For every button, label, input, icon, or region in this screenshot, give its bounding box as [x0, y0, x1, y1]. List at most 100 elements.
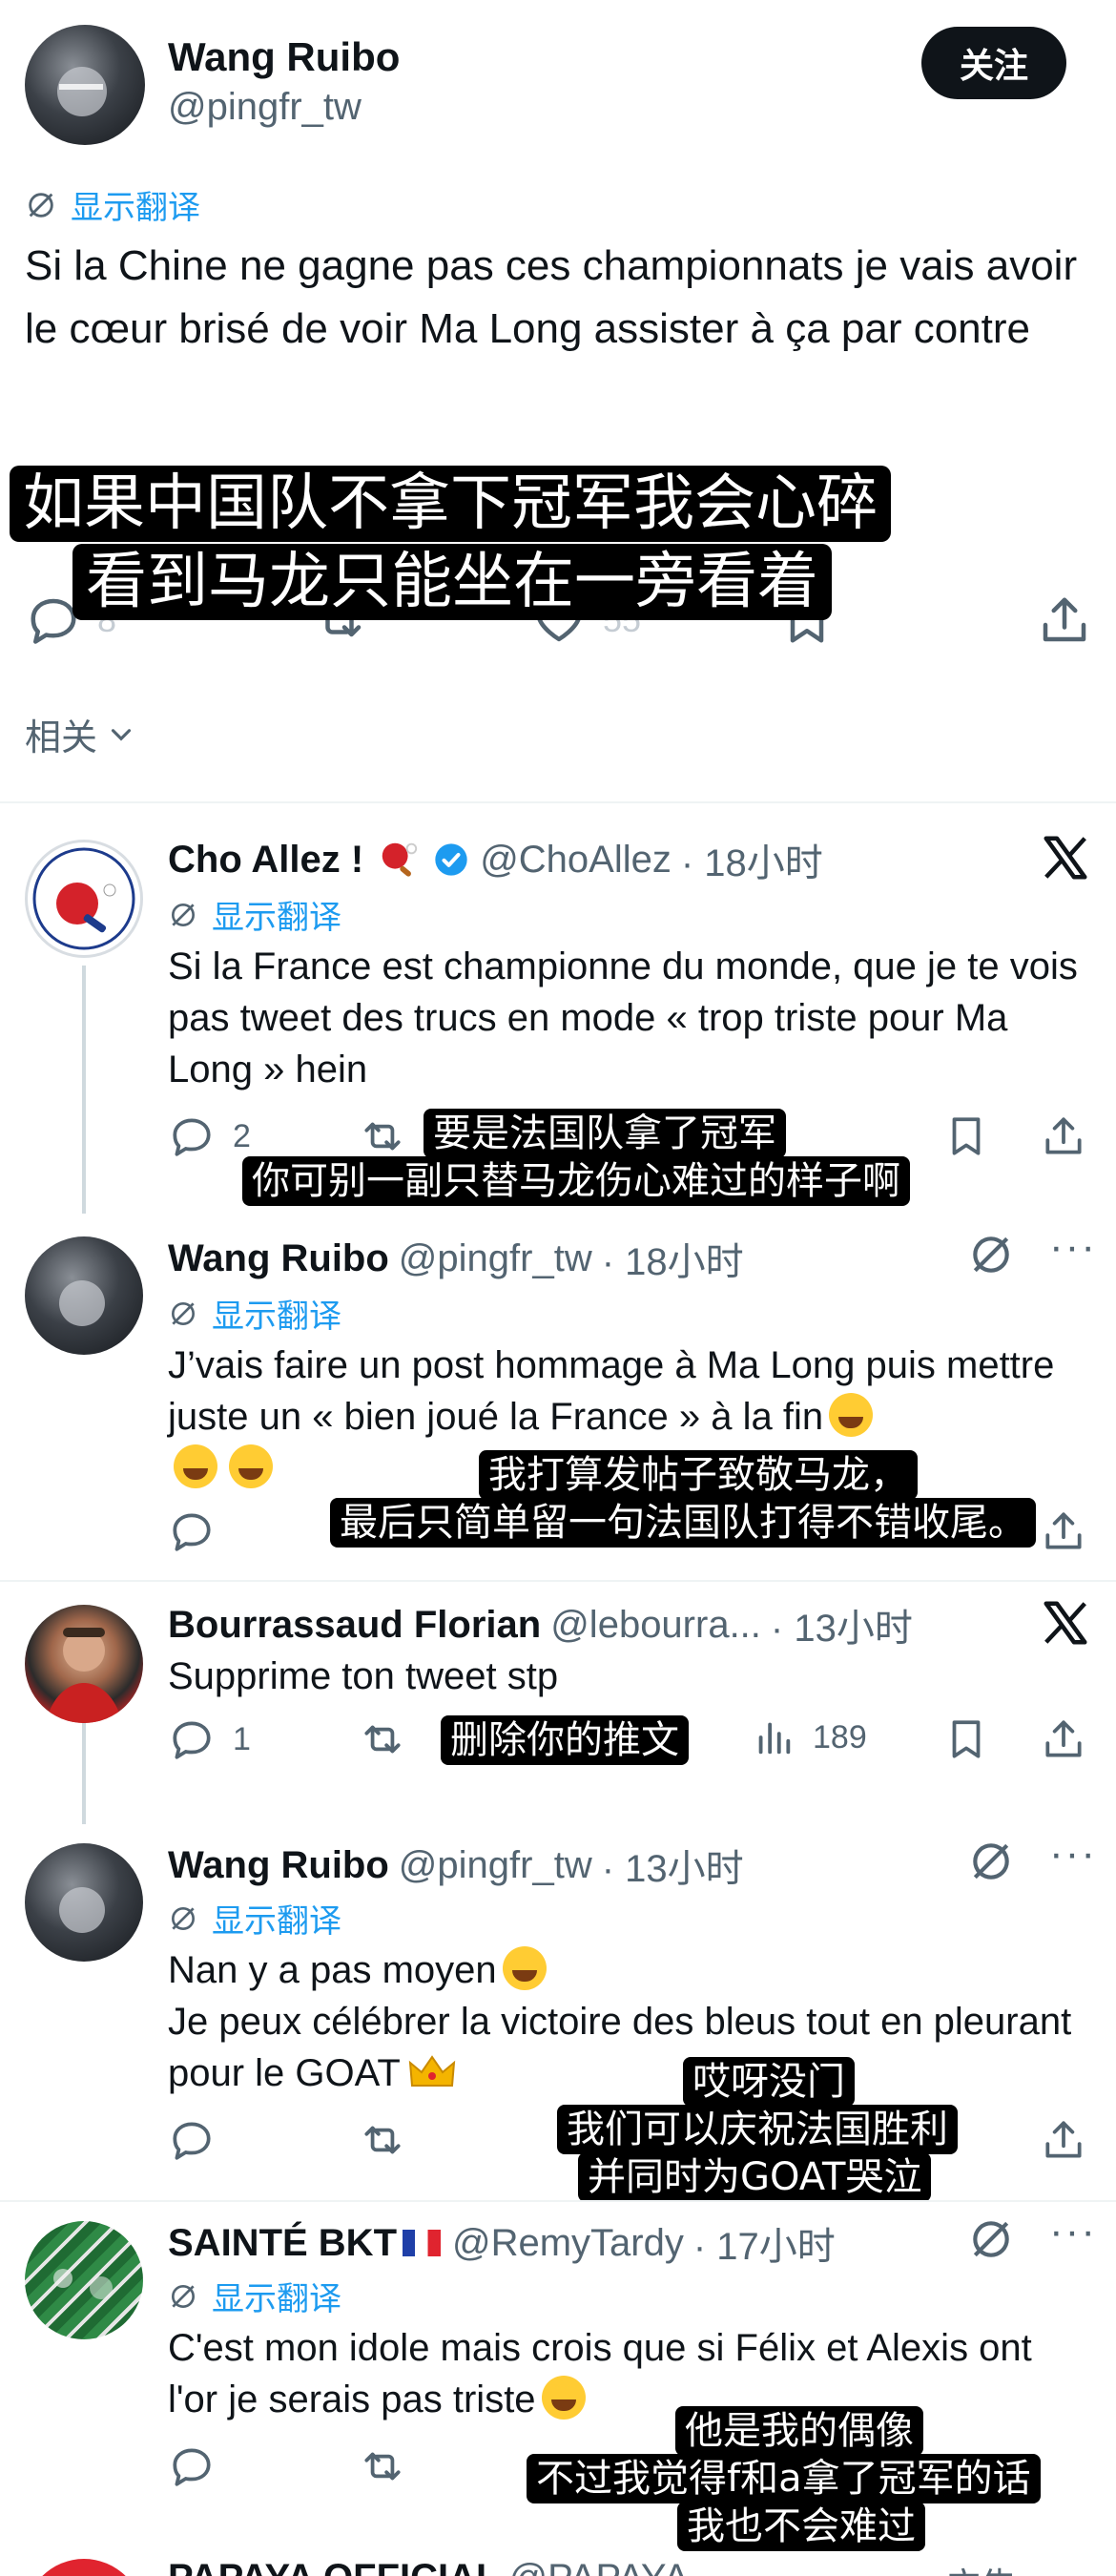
translate-icon — [168, 2281, 198, 2312]
subtitle-caption-line: 要是法国队拿了冠军 — [424, 1109, 786, 1158]
reply-button[interactable] — [168, 2116, 216, 2164]
retweet-button[interactable] — [359, 1112, 406, 1160]
mute-icon[interactable] — [967, 1838, 1015, 1885]
share-button[interactable] — [1040, 1112, 1087, 1160]
show-translation-label: 显示翻译 — [212, 900, 341, 936]
reply-text: Nan y a pas moyen Je peux célébrer la vi… — [168, 1944, 1084, 2099]
follow-button[interactable]: 关注 — [921, 27, 1066, 99]
reply-author-name[interactable]: SAINTÉ BKT — [168, 2222, 397, 2265]
reply-avatar[interactable] — [25, 1236, 143, 1355]
show-translation-label: 显示翻译 — [212, 1903, 341, 1940]
author-handle[interactable]: @pingfr_tw — [168, 86, 362, 129]
show-translation-link[interactable]: 显示翻译 — [168, 2273, 341, 2319]
share-icon — [1040, 1507, 1087, 1555]
reply-icon — [168, 1112, 216, 1160]
x-logo-icon — [1040, 1597, 1091, 1649]
subtitle-caption-line: 我们可以庆祝法国胜利 — [557, 2105, 958, 2154]
reply-author-handle[interactable]: @RemyTardy — [452, 2222, 684, 2265]
show-translation-link[interactable]: 显示翻译 — [168, 1895, 341, 1942]
bookmark-icon — [942, 1715, 990, 1763]
chevron-down-icon — [105, 718, 137, 751]
reply-icon — [168, 1715, 216, 1763]
share-icon — [1040, 1715, 1087, 1763]
retweet-icon — [359, 2442, 406, 2490]
share-button[interactable] — [1040, 1715, 1087, 1763]
reply-timestamp[interactable]: · 13小时 — [602, 1838, 744, 1893]
more-icon[interactable]: ··· — [1049, 1830, 1097, 1878]
reply-author-name[interactable]: Wang Ruibo — [168, 1237, 389, 1280]
share-button[interactable] — [1040, 1507, 1087, 1555]
laughing-emoji-icon — [541, 2376, 586, 2420]
reply-header: Wang Ruibo @pingfr_tw · 13小时 — [168, 1838, 744, 1893]
subtitle-caption-line: 他是我的偶像 — [675, 2406, 923, 2456]
reply-button[interactable]: 2 — [168, 1112, 251, 1160]
reply-timestamp[interactable]: · 18小时 — [681, 832, 823, 887]
show-translation-link[interactable]: 显示翻译 — [25, 181, 200, 228]
mute-icon[interactable] — [967, 1231, 1015, 1278]
author-avatar[interactable] — [25, 25, 145, 145]
reply-timestamp[interactable]: · 17小时 — [693, 2215, 836, 2271]
reply-avatar[interactable] — [25, 1605, 143, 1723]
more-icon[interactable]: ··· — [1049, 2208, 1097, 2255]
retweet-button[interactable] — [359, 2442, 406, 2490]
ad-avatar[interactable] — [25, 2559, 143, 2576]
reply-timestamp[interactable]: · 13小时 — [771, 1597, 913, 1652]
ad-label: 广告 — [944, 2557, 1017, 2576]
reply-author-handle[interactable]: @pingfr_tw — [399, 1237, 592, 1280]
reply-author-name[interactable]: Bourrassaud Florian — [168, 1604, 541, 1647]
section-divider — [0, 2200, 1116, 2202]
reply-button[interactable] — [168, 1507, 216, 1555]
laughing-emoji-icon — [829, 1393, 874, 1437]
reply-button[interactable]: 1 — [168, 1715, 251, 1763]
share-button[interactable] — [1036, 592, 1093, 649]
reply-author-handle[interactable]: @ChoAllez — [480, 839, 672, 882]
reply-author-name[interactable]: Cho Allez ! — [168, 839, 363, 882]
reply-icon — [168, 1507, 216, 1555]
author-name[interactable]: Wang Ruibo — [168, 34, 400, 80]
related-label: 相关 — [25, 718, 98, 758]
views-button[interactable]: 189 — [752, 1715, 867, 1759]
mute-icon[interactable] — [967, 2215, 1015, 2263]
post-text: Si la Chine ne gagne pas ces championnat… — [25, 242, 1078, 352]
reply-text-content: J’vais faire un post hommage à Ma Long p… — [168, 1344, 1055, 1438]
reply-avatar[interactable] — [25, 2221, 143, 2339]
subtitle-caption-line: 我也不会难过 — [677, 2502, 925, 2551]
reply-avatar[interactable] — [25, 840, 143, 958]
laughing-emoji-icon — [174, 1444, 217, 1488]
subtitle-caption-line: 并同时为GOAT哭泣 — [578, 2152, 932, 2202]
reply-author-name[interactable]: Wang Ruibo — [168, 1844, 389, 1887]
laughing-emoji-icon — [229, 1444, 273, 1488]
bookmark-icon — [942, 1112, 990, 1160]
section-divider — [0, 1580, 1116, 1582]
reply-header: Wang Ruibo @pingfr_tw · 18小时 — [168, 1231, 744, 1286]
reply-avatar[interactable] — [25, 1843, 143, 1962]
reply-author-handle[interactable]: @lebourra... — [550, 1604, 761, 1647]
ad-author-name[interactable]: PAPAYA OFFICIAL — [168, 2557, 499, 2576]
reply-icon — [168, 2442, 216, 2490]
more-icon[interactable]: ··· — [1049, 1223, 1097, 1271]
subtitle-caption-line: 最后只简单留一句法国队打得不错收尾。 — [330, 1498, 1036, 1548]
show-translation-link[interactable]: 显示翻译 — [168, 891, 341, 938]
reply-author-handle[interactable]: @pingfr_tw — [399, 1844, 592, 1887]
retweet-button[interactable] — [359, 1715, 406, 1763]
share-button[interactable] — [1040, 2116, 1087, 2164]
bookmark-button[interactable] — [942, 1112, 990, 1160]
show-translation-label: 显示翻译 — [71, 190, 200, 226]
retweet-button[interactable] — [359, 2116, 406, 2164]
reply-timestamp[interactable]: · 18小时 — [602, 1231, 744, 1286]
subtitle-caption-line: 看到马龙只能坐在一旁看着 — [72, 544, 832, 620]
ad-author-handle[interactable]: @PAPAYA — [508, 2557, 689, 2576]
verified-icon — [432, 841, 470, 879]
show-translation-link[interactable]: 显示翻译 — [168, 1290, 341, 1337]
related-filter[interactable]: 相关 — [25, 708, 137, 760]
reply-button[interactable] — [168, 2442, 216, 2490]
subtitle-caption-line: 你可别一副只替马龙伤心难过的样子啊 — [242, 1156, 910, 1206]
reply-count: 2 — [233, 1117, 251, 1154]
share-icon — [1040, 2116, 1087, 2164]
retweet-icon — [359, 1715, 406, 1763]
section-divider — [0, 801, 1116, 803]
reply-header: SAINTÉ BKT @RemyTardy · 17小时 — [168, 2215, 836, 2271]
reply-text: Si la France est championne du monde, qu… — [168, 945, 1078, 1091]
bookmark-button[interactable] — [942, 1715, 990, 1763]
retweet-icon — [359, 2116, 406, 2164]
